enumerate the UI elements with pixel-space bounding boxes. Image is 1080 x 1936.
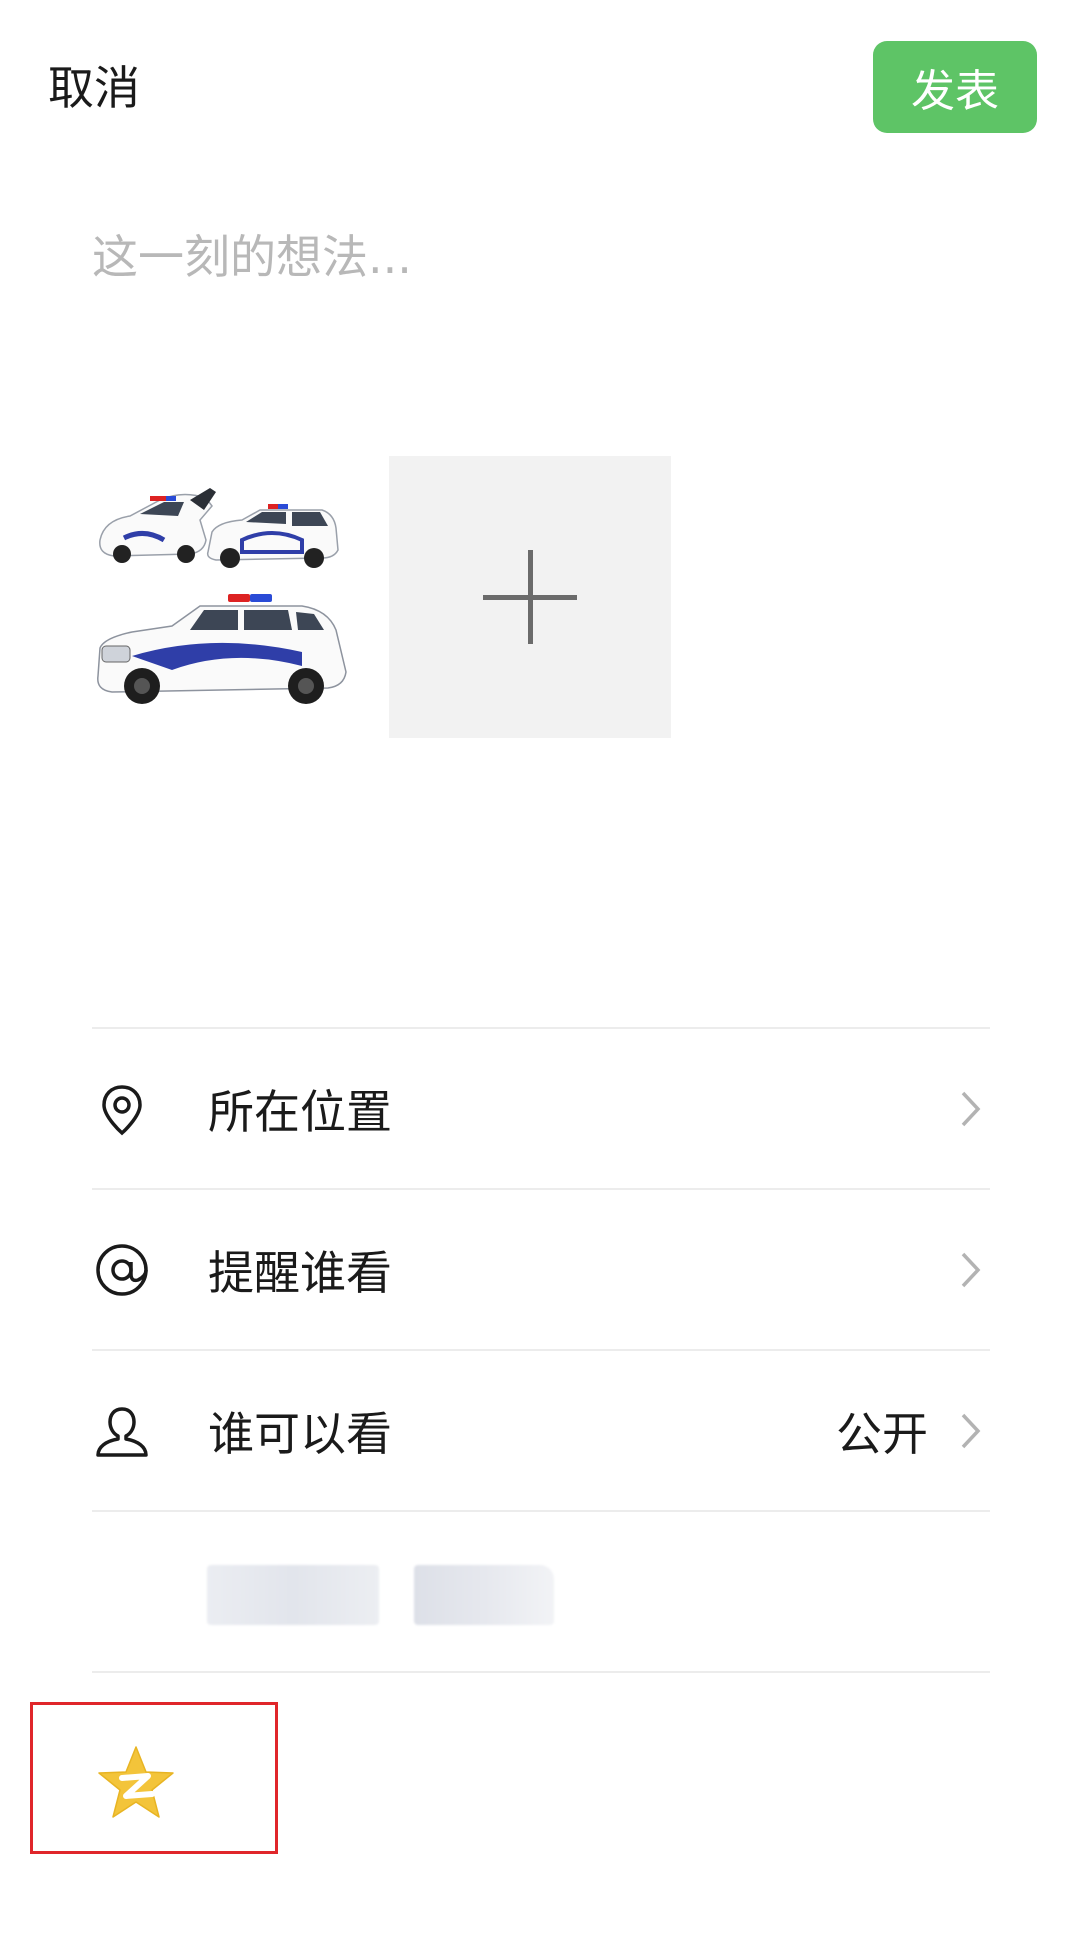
chevron-right-icon: [961, 1091, 981, 1127]
add-photo-button[interactable]: [389, 456, 671, 738]
location-pin-icon: [102, 1085, 142, 1136]
remind-row[interactable]: 提醒谁看: [92, 1190, 990, 1350]
remind-label: 提醒谁看: [208, 1246, 392, 1300]
qzone-star-icon[interactable]: [96, 1744, 176, 1820]
thought-input[interactable]: [92, 222, 992, 292]
plus-icon-vertical: [528, 550, 533, 644]
visibility-value: 公开: [836, 1407, 928, 1461]
chevron-right-icon: [961, 1252, 981, 1288]
divider: [92, 1510, 990, 1512]
selected-photo[interactable]: [92, 456, 374, 738]
chevron-right-icon: [961, 1413, 981, 1449]
visibility-label: 谁可以看: [208, 1407, 392, 1461]
visibility-row[interactable]: 谁可以看 公开: [92, 1351, 990, 1511]
cancel-button[interactable]: 取消: [48, 58, 140, 118]
location-row[interactable]: 所在位置: [92, 1029, 990, 1189]
at-sign-icon: [96, 1244, 148, 1296]
divider: [92, 1671, 990, 1673]
publish-button[interactable]: 发表: [873, 41, 1037, 133]
person-icon: [96, 1407, 148, 1457]
blurred-content: [414, 1565, 554, 1625]
location-label: 所在位置: [208, 1085, 392, 1139]
blurred-content: [207, 1565, 379, 1625]
police-car-photo: [97, 488, 347, 704]
top-bar: 取消 发表: [0, 0, 1080, 180]
